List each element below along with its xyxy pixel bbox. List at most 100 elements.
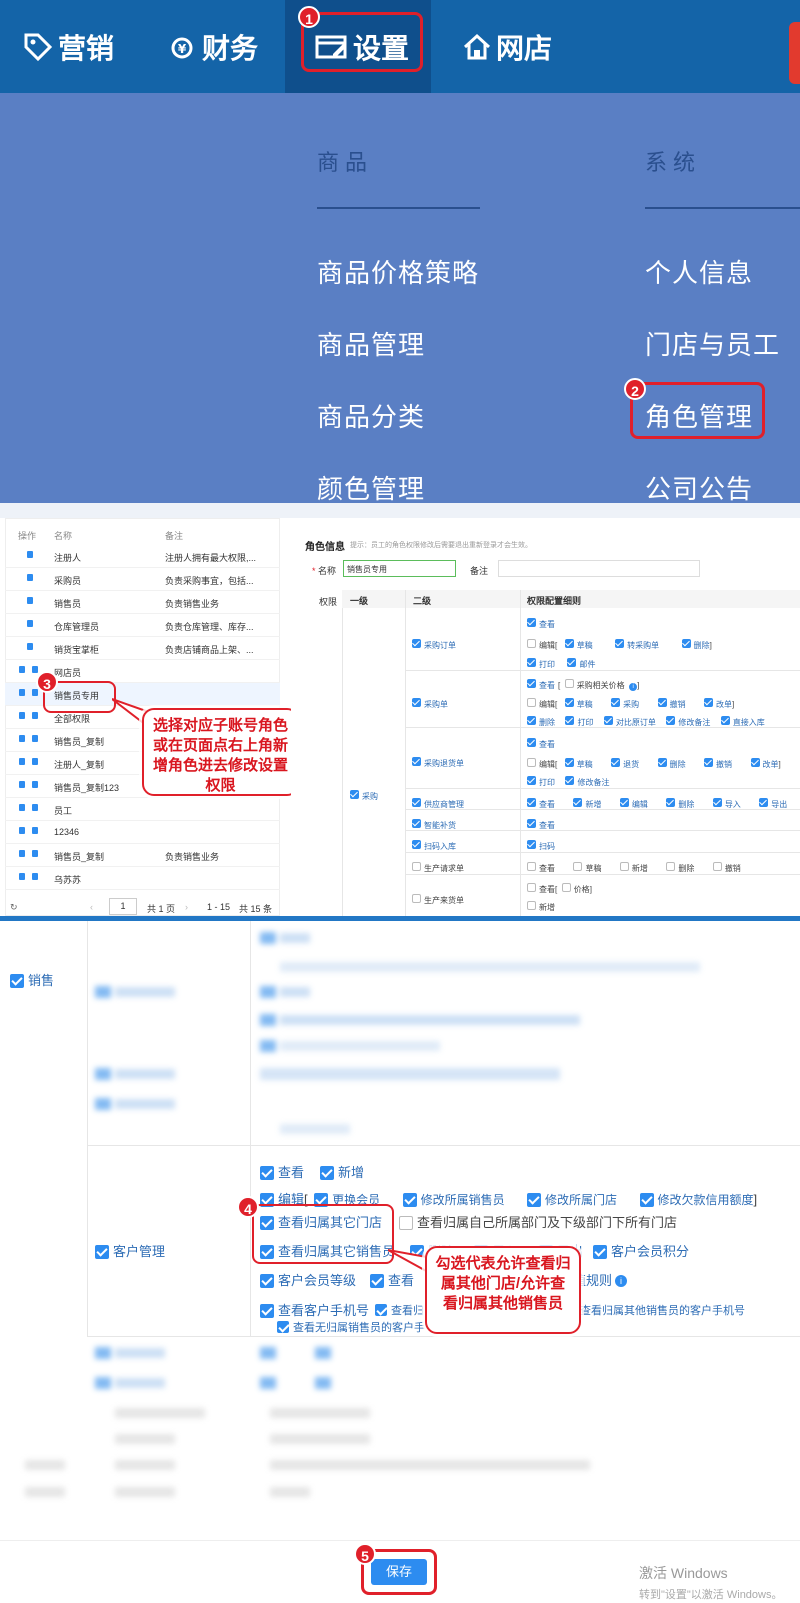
perm-value-rules[interactable]: 值规则 i — [573, 1270, 628, 1290]
checkbox-icon[interactable] — [527, 758, 536, 768]
edit-icon[interactable] — [27, 620, 33, 627]
table-row[interactable]: 仓库管理员 负责仓库管理、库存... — [5, 614, 280, 637]
edit-icon[interactable] — [19, 666, 25, 673]
checkbox-icon[interactable] — [527, 679, 536, 689]
edit-icon[interactable] — [19, 712, 25, 719]
menu-item-goods-management[interactable]: 商品管理 — [317, 325, 425, 362]
perm-production-request[interactable]: 生产请求单 — [412, 858, 464, 876]
menu-item-company-notice[interactable]: 公司公告 — [645, 469, 753, 506]
perm-pin-add[interactable]: 新增 — [527, 897, 555, 915]
next-page-icon[interactable]: › — [185, 902, 188, 912]
delete-icon[interactable] — [32, 758, 38, 765]
checkbox-icon[interactable] — [527, 698, 536, 708]
checkbox-icon[interactable] — [704, 758, 714, 768]
perm-cust-add[interactable]: 新增 — [320, 1162, 364, 1182]
edit-icon[interactable] — [19, 735, 25, 742]
edit-icon[interactable] — [27, 574, 33, 581]
edit-icon[interactable] — [27, 597, 33, 604]
checkbox-icon[interactable] — [527, 716, 536, 726]
perm-prr-view[interactable]: 查看 — [527, 734, 555, 752]
page-input[interactable]: 1 — [109, 898, 137, 915]
perm-smart-view[interactable]: 查看 — [527, 815, 555, 833]
avatar[interactable] — [789, 22, 800, 84]
checkbox-icon[interactable] — [527, 658, 536, 668]
menu-item-price-strategy[interactable]: 商品价格策略 — [317, 253, 479, 290]
checkbox-icon[interactable] — [666, 862, 676, 872]
checkbox-icon[interactable] — [657, 758, 667, 768]
info-icon[interactable]: i — [629, 683, 638, 691]
perm-purchase[interactable]: 采购单 — [412, 694, 448, 712]
table-row[interactable]: 销售员_复制 负责销售业务 — [5, 844, 280, 867]
refresh-icon[interactable]: ↻ — [10, 902, 18, 913]
menu-item-personal-info[interactable]: 个人信息 — [645, 253, 753, 290]
checkbox-icon[interactable] — [603, 716, 613, 726]
edit-icon[interactable] — [19, 850, 25, 857]
edit-icon[interactable] — [27, 551, 33, 558]
checkbox-icon[interactable] — [565, 716, 575, 726]
menu-item-goods-category[interactable]: 商品分类 — [317, 397, 425, 434]
perm-view-phone-other[interactable]: 查看归属其他销售员的客户手机号 — [580, 1301, 745, 1319]
delete-icon[interactable] — [32, 735, 38, 742]
checkbox-icon[interactable] — [750, 758, 760, 768]
checkbox-icon[interactable] — [657, 698, 667, 708]
edit-icon[interactable] — [27, 643, 33, 650]
delete-icon[interactable] — [32, 712, 38, 719]
perm-member-points[interactable]: 客户会员积分 — [593, 1241, 689, 1261]
checkbox-icon[interactable] — [564, 758, 574, 768]
nav-item-finance[interactable]: ¥ 财务 — [170, 0, 258, 93]
checkbox-icon[interactable] — [564, 679, 574, 689]
perm-customer-management[interactable]: 客户管理 — [95, 1241, 165, 1261]
checkbox-icon[interactable] — [573, 798, 583, 808]
checkbox-icon[interactable] — [712, 798, 722, 808]
table-row[interactable]: 销售员 负责销售业务 — [5, 591, 280, 614]
checkbox-icon[interactable] — [712, 862, 722, 872]
checkbox-icon[interactable] — [619, 798, 629, 808]
delete-icon[interactable] — [32, 850, 38, 857]
delete-icon[interactable] — [32, 827, 38, 834]
checkbox-icon[interactable] — [573, 862, 583, 872]
checkbox-icon[interactable] — [527, 639, 536, 649]
checkbox-icon[interactable] — [402, 1192, 417, 1207]
nav-item-webstore[interactable]: 网店 — [462, 0, 552, 93]
table-row[interactable]: 员工 — [5, 798, 280, 821]
perm-purchase-order[interactable]: 采购订单 — [412, 635, 456, 653]
checkbox-icon[interactable] — [527, 798, 536, 808]
edit-icon[interactable] — [19, 758, 25, 765]
table-row[interactable]: 乌苏苏 — [5, 867, 280, 890]
checkbox-icon[interactable] — [759, 798, 769, 808]
checkbox-icon[interactable] — [527, 862, 536, 872]
checkbox-icon[interactable] — [564, 639, 574, 649]
perm-view-phone[interactable]: 查看客户手机号 — [260, 1300, 369, 1320]
perm-smart-restock[interactable]: 智能补货 — [412, 815, 456, 833]
checkbox-icon[interactable] — [704, 698, 714, 708]
menu-item-store-staff[interactable]: 门店与员工 — [645, 325, 780, 362]
nav-item-marketing[interactable]: 营销 — [22, 0, 114, 93]
checkbox-icon[interactable] — [567, 658, 577, 668]
perm-scan[interactable]: 扫码 — [527, 836, 555, 854]
table-row[interactable]: 注册人 注册人拥有最大权限,... — [5, 545, 280, 568]
perm-view-phone-sub[interactable]: 查看归 — [375, 1301, 424, 1319]
checkbox-icon[interactable] — [720, 716, 730, 726]
perm-member-level[interactable]: 客户会员等级 — [260, 1270, 356, 1290]
delete-icon[interactable] — [32, 804, 38, 811]
table-row[interactable]: 销货宝掌柜 负责店铺商品上架、... — [5, 637, 280, 660]
edit-icon[interactable] — [19, 781, 25, 788]
perm-view-sub-dept[interactable]: 查看归属自己所属部门及下级部门下所有门店 — [399, 1212, 677, 1232]
edit-icon[interactable] — [19, 689, 25, 696]
checkbox-icon[interactable] — [561, 883, 571, 893]
checkbox-icon[interactable] — [611, 698, 621, 708]
edit-icon[interactable] — [19, 873, 25, 880]
perm-po-view[interactable]: 查看 — [527, 614, 555, 632]
info-icon[interactable]: i — [615, 1274, 628, 1287]
delete-icon[interactable] — [32, 781, 38, 788]
delete-icon[interactable] — [32, 689, 38, 696]
lvl1-purchase[interactable]: 采购 — [350, 786, 378, 804]
delete-icon[interactable] — [32, 873, 38, 880]
checkbox-icon[interactable] — [619, 862, 629, 872]
perm-supplier[interactable]: 供应商管理 — [412, 794, 464, 812]
checkbox-icon[interactable] — [615, 639, 625, 649]
checkbox-icon[interactable] — [565, 776, 575, 786]
perm-scan-in[interactable]: 扫码入库 — [412, 836, 456, 854]
checkbox-icon[interactable] — [564, 698, 574, 708]
perm-production-receipt[interactable]: 生产来货单 — [412, 890, 464, 908]
